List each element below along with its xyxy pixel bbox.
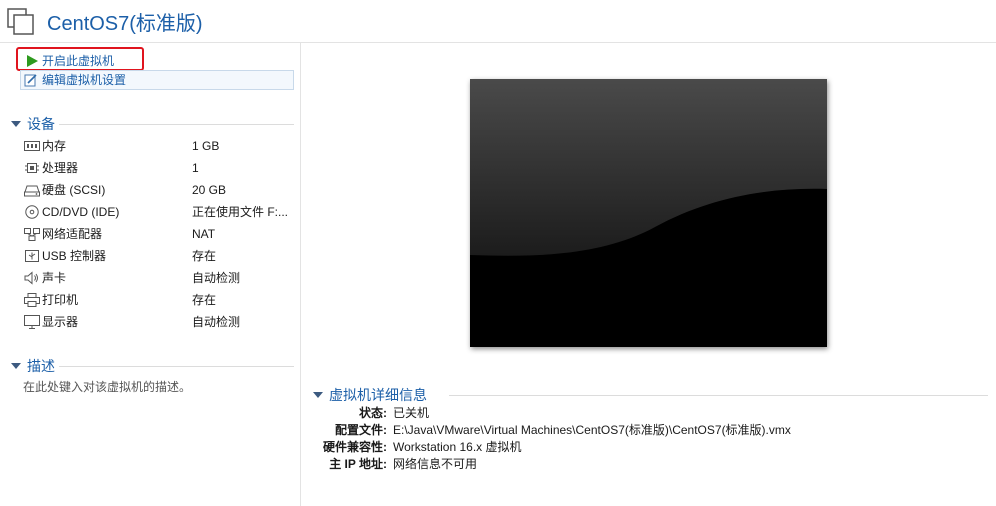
device-name: CD/DVD (IDE) [42, 205, 120, 219]
detail-value: Workstation 16.x 虚拟机 [393, 440, 522, 454]
device-row[interactable]: 打印机 存在 [24, 289, 294, 311]
device-row[interactable]: 声卡 自动检测 [24, 267, 294, 289]
divider [59, 124, 294, 125]
header: CentOS7(标准版) [0, 0, 996, 43]
printer-icon [24, 293, 40, 307]
play-icon [27, 55, 38, 67]
detail-row: 硬件兼容性: Workstation 16.x 虚拟机 [301, 439, 991, 456]
device-row[interactable]: USB 控制器 存在 [24, 245, 294, 267]
network-icon [24, 228, 40, 241]
detail-value: 已关机 [393, 406, 430, 420]
device-value: 自动检测 [192, 271, 241, 285]
device-value: 存在 [192, 249, 217, 263]
device-value: 20 GB [192, 183, 227, 197]
cd-dvd-icon [25, 205, 39, 219]
devices-heading: 设备 [27, 116, 55, 132]
device-name: 显示器 [42, 315, 79, 329]
device-value: 存在 [192, 293, 217, 307]
right-panel: 虚拟机详细信息 状态: 已关机 配置文件: E:\Java\VMware\Virtua… [301, 43, 996, 506]
device-row[interactable]: 处理器 1 [24, 157, 294, 179]
device-row[interactable]: 硬盘 (SCSI) 20 GB [24, 179, 294, 201]
device-value: NAT [192, 227, 216, 241]
usb-icon [25, 250, 39, 262]
divider [59, 366, 294, 367]
vm-title: CentOS7(标准版) [47, 13, 203, 35]
details-heading: 虚拟机详细信息 [329, 387, 427, 403]
details-section-header[interactable]: 虚拟机详细信息 [313, 385, 988, 405]
detail-value: 网络信息不可用 [393, 457, 478, 471]
device-name: 声卡 [42, 271, 67, 285]
detail-key: 配置文件: [335, 423, 387, 437]
description-field[interactable]: 在此处键入对该虚拟机的描述。 [23, 378, 191, 395]
edit-settings-icon [24, 74, 37, 87]
device-value: 自动检测 [192, 315, 241, 329]
edit-settings-label: 编辑虚拟机设置 [42, 73, 127, 87]
collapse-arrow-icon[interactable] [11, 121, 21, 127]
power-on-label: 开启此虚拟机 [42, 54, 115, 68]
device-row[interactable]: 显示器 自动检测 [24, 311, 294, 333]
detail-row: 状态: 已关机 [301, 405, 991, 422]
virtual-machine-icon [7, 8, 34, 35]
description-section-header[interactable]: 描述 [11, 356, 294, 376]
device-name: 内存 [42, 139, 67, 153]
cpu-icon [25, 163, 39, 173]
sound-icon [24, 271, 38, 285]
device-value: 1 GB [192, 139, 220, 153]
device-name: 网络适配器 [42, 227, 103, 241]
device-value: 1 [192, 161, 199, 175]
device-name: USB 控制器 [42, 249, 107, 263]
screen-gloss-graphic [470, 79, 827, 347]
detail-key: 状态: [359, 406, 387, 420]
power-on-button[interactable]: 开启此虚拟机 [22, 52, 142, 70]
device-name: 打印机 [42, 293, 79, 307]
detail-key: 硬件兼容性: [323, 440, 387, 454]
harddisk-icon [24, 185, 40, 197]
display-icon [24, 315, 40, 329]
detail-row: 主 IP 地址: 网络信息不可用 [301, 456, 991, 473]
device-row[interactable]: 内存 1 GB [24, 135, 294, 157]
device-row[interactable]: 网络适配器 NAT [24, 223, 294, 245]
detail-value: E:\Java\VMware\Virtual Machines\CentOS7(… [393, 423, 791, 437]
device-row[interactable]: CD/DVD (IDE) 正在使用文件 F:... [24, 201, 294, 223]
vm-screen-preview[interactable] [470, 79, 827, 347]
device-value: 正在使用文件 F:... [192, 205, 289, 219]
devices-section-header[interactable]: 设备 [11, 114, 294, 134]
collapse-arrow-icon[interactable] [11, 363, 21, 369]
left-panel: 开启此虚拟机 编辑虚拟机设置 设备 内存 1 GB 处理器 1 硬盘 (SCSI) 20 … [0, 43, 301, 506]
edit-settings-button[interactable]: 编辑虚拟机设置 [20, 70, 294, 90]
detail-key: 主 IP 地址: [329, 457, 387, 471]
device-name: 硬盘 (SCSI) [42, 183, 106, 197]
device-name: 处理器 [42, 161, 79, 175]
description-heading: 描述 [27, 358, 55, 374]
divider [449, 395, 988, 396]
collapse-arrow-icon[interactable] [313, 392, 323, 398]
detail-row: 配置文件: E:\Java\VMware\Virtual Machines\Cen… [301, 422, 991, 439]
memory-icon [24, 141, 40, 151]
